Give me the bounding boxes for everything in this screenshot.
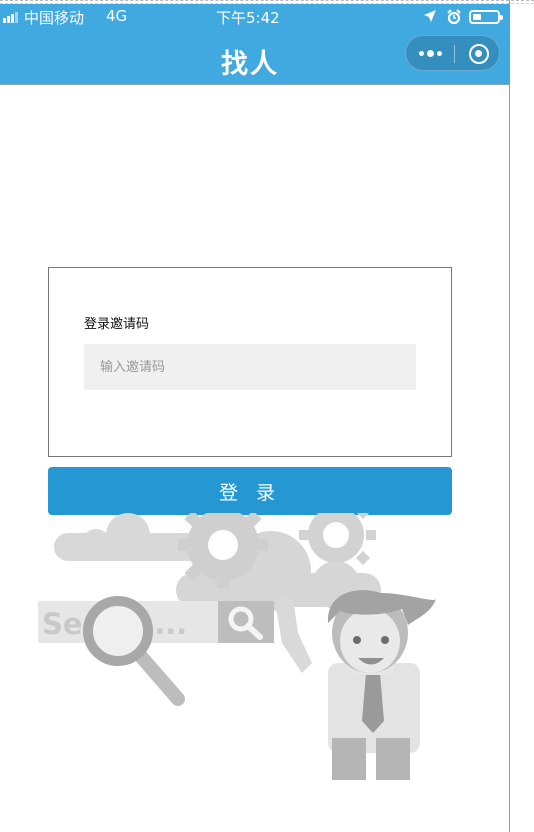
- top-bar: 中国移动 4G 下午5:42 找人: [0, 4, 510, 85]
- gear-small-icon: [299, 513, 376, 566]
- invite-code-label: 登录邀请码: [84, 317, 150, 332]
- battery-icon: [469, 10, 503, 24]
- close-target-icon[interactable]: [469, 44, 489, 64]
- search-illustration: Search...: [38, 513, 436, 780]
- carrier-name: 中国移动: [24, 9, 85, 27]
- signal-icon: [3, 12, 18, 23]
- login-button[interactable]: 登 录: [48, 467, 452, 515]
- search-button-graphic: [218, 601, 274, 643]
- mini-program-capsule: [405, 35, 500, 71]
- location-arrow-icon: [424, 10, 436, 22]
- network-type: 4G: [106, 7, 128, 25]
- more-options-icon[interactable]: [406, 36, 454, 70]
- status-time: 下午5:42: [216, 9, 280, 27]
- capsule-divider: [454, 45, 455, 63]
- person-figure: [276, 590, 436, 780]
- login-card: 登录邀请码: [48, 267, 452, 457]
- cloud-left: [54, 513, 204, 561]
- status-bar: 中国移动 4G 下午5:42: [0, 4, 510, 30]
- alarm-clock-icon: [447, 9, 461, 25]
- invite-code-input[interactable]: [84, 344, 416, 390]
- screenshot-frame-right: [509, 0, 510, 832]
